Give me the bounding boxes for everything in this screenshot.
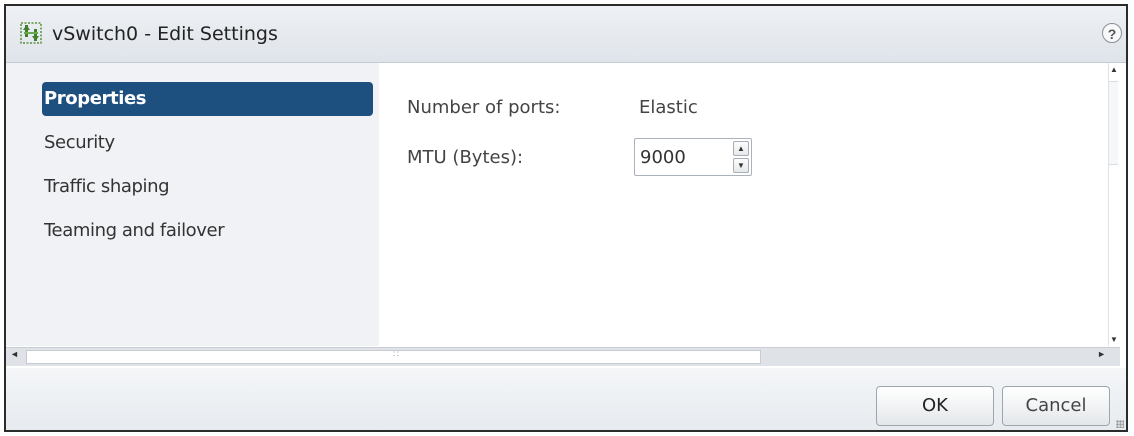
edit-settings-dialog: vSwitch0 - Edit Settings ? Properties Se… xyxy=(4,4,1128,432)
ports-value: Elastic xyxy=(639,97,698,118)
nav-item-properties[interactable]: Properties xyxy=(42,82,373,116)
properties-panel: Number of ports: Elastic MTU (Bytes): ▲ … xyxy=(379,63,1119,346)
ok-button[interactable]: OK xyxy=(876,386,994,426)
mtu-label: MTU (Bytes): xyxy=(407,147,524,168)
splitter-grip-icon[interactable]: ∷ xyxy=(393,350,399,359)
nav-item-teaming-failover[interactable]: Teaming and failover xyxy=(42,214,373,248)
nav-item-security[interactable]: Security xyxy=(42,126,373,160)
vswitch-icon xyxy=(20,22,42,44)
scroll-right-icon[interactable]: ► xyxy=(1097,349,1106,359)
cancel-button[interactable]: Cancel xyxy=(1002,386,1110,426)
scroll-left-icon[interactable]: ◄ xyxy=(10,349,19,359)
scroll-down-icon[interactable]: ▼ xyxy=(1110,335,1118,344)
nav-item-traffic-shaping[interactable]: Traffic shaping xyxy=(42,170,373,204)
horizontal-scrollbar[interactable]: ◄ ∷ ► xyxy=(6,347,1120,366)
mtu-stepper: ▲ ▼ xyxy=(634,138,752,176)
resize-grip-icon[interactable] xyxy=(1116,420,1124,428)
help-icon[interactable]: ? xyxy=(1102,23,1122,43)
dialog-footer: OK Cancel xyxy=(6,368,1126,430)
mtu-increment-button[interactable]: ▲ xyxy=(733,141,749,156)
ports-label: Number of ports: xyxy=(407,97,561,118)
vertical-scrollbar[interactable]: ▲ ▼ xyxy=(1108,63,1119,346)
settings-nav: Properties Security Traffic shaping Team… xyxy=(6,63,379,346)
mtu-decrement-button[interactable]: ▼ xyxy=(733,158,749,173)
dialog-titlebar[interactable]: vSwitch0 - Edit Settings ? xyxy=(6,6,1126,63)
vertical-scroll-thumb[interactable] xyxy=(1109,81,1118,165)
mtu-input[interactable] xyxy=(635,139,730,175)
dialog-title: vSwitch0 - Edit Settings xyxy=(52,23,278,45)
dialog-body: Properties Security Traffic shaping Team… xyxy=(6,63,1126,366)
scroll-up-icon[interactable]: ▲ xyxy=(1110,65,1118,74)
